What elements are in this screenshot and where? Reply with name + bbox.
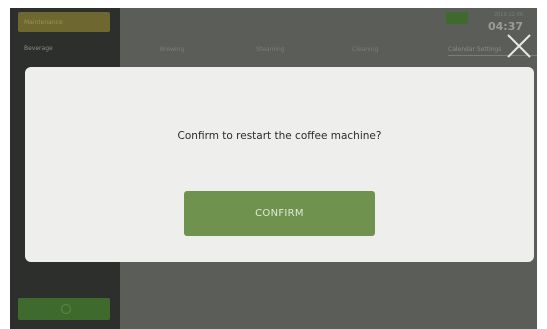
confirm-button[interactable]: CONFIRM [184, 191, 375, 236]
tab-bar: Brewing Steaming Cleaning Calendar Setti… [160, 46, 537, 56]
power-button[interactable] [18, 298, 110, 320]
sidebar-item-beverage[interactable]: Beverage [24, 45, 53, 52]
date-display: 2019-12-06 [493, 12, 523, 18]
power-icon [61, 304, 71, 314]
close-icon[interactable] [505, 32, 533, 60]
tab-cleaning[interactable]: Cleaning [352, 46, 448, 56]
status-chip[interactable] [446, 12, 468, 24]
tab-steaming[interactable]: Steaming [256, 46, 352, 56]
dialog-message: Confirm to restart the coffee machine? [177, 130, 382, 142]
sidebar-top-button[interactable]: Maintenance [18, 12, 110, 32]
confirm-dialog: Confirm to restart the coffee machine? C… [25, 67, 534, 262]
tab-brewing[interactable]: Brewing [160, 46, 256, 56]
